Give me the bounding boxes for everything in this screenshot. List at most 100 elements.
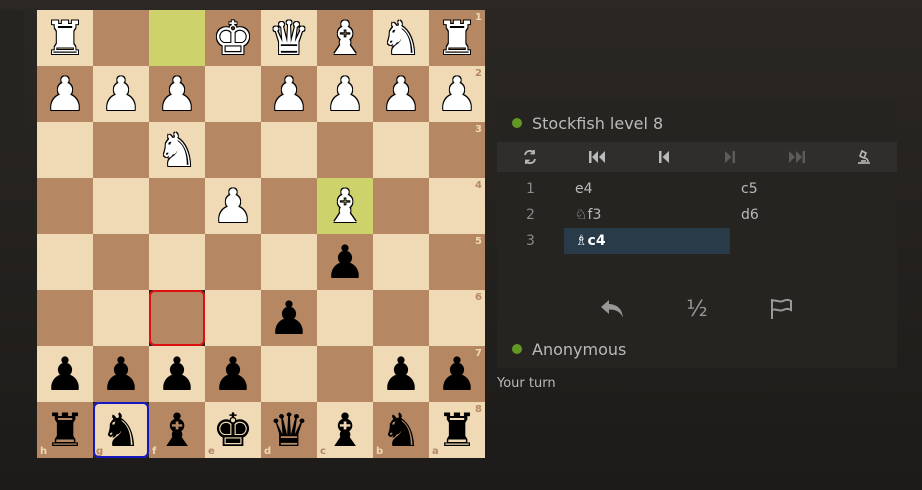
square-d8[interactable]: ♛ d bbox=[261, 402, 317, 458]
square-e1[interactable]: ♚ bbox=[205, 10, 261, 66]
square-d1[interactable]: ♛ bbox=[261, 10, 317, 66]
prev-move-icon[interactable] bbox=[630, 142, 697, 172]
square-g1[interactable] bbox=[93, 10, 149, 66]
square-g8[interactable]: ♞ g bbox=[93, 402, 149, 458]
white-pawn[interactable]: ♟ bbox=[205, 178, 261, 234]
square-e3[interactable] bbox=[205, 122, 261, 178]
square-g6[interactable] bbox=[93, 290, 149, 346]
square-e4[interactable]: ♟ bbox=[205, 178, 261, 234]
chess-board[interactable]: ♜ ♚ ♛ ♝ ♞ ♜ 1 ♟ ♟ ♟ ♟ ♟ ♟ ♟ 2 ♞ 3 ♟ ♝ 4 ♟ 5 ♟ 6 ♟ ♟ ♟ ♟ ♟ ♟ 7 ♜ h ♞ g ♝ f ♚ e ♛… bbox=[37, 10, 485, 458]
square-f1[interactable] bbox=[149, 10, 205, 66]
square-d4[interactable] bbox=[261, 178, 317, 234]
square-g2[interactable]: ♟ bbox=[93, 66, 149, 122]
black-move[interactable]: c5 bbox=[730, 176, 896, 202]
white-pawn[interactable]: ♟ bbox=[373, 66, 429, 122]
white-knight[interactable]: ♞ bbox=[149, 122, 205, 178]
last-move-icon[interactable] bbox=[764, 142, 831, 172]
offer-draw-button[interactable]: ½ bbox=[677, 292, 717, 326]
flag-icon[interactable] bbox=[761, 292, 801, 326]
square-h4[interactable] bbox=[37, 178, 93, 234]
white-rook[interactable]: ♜ bbox=[37, 10, 93, 66]
square-f8[interactable]: ♝ f bbox=[149, 402, 205, 458]
square-h8[interactable]: ♜ h bbox=[37, 402, 93, 458]
white-pawn[interactable]: ♟ bbox=[37, 66, 93, 122]
square-c8[interactable]: ♝ c bbox=[317, 402, 373, 458]
square-a2[interactable]: ♟ 2 bbox=[429, 66, 485, 122]
square-h5[interactable] bbox=[37, 234, 93, 290]
microscope-icon[interactable] bbox=[830, 142, 897, 172]
square-e2[interactable] bbox=[205, 66, 261, 122]
first-move-icon[interactable] bbox=[564, 142, 631, 172]
black-pawn[interactable]: ♟ bbox=[317, 234, 373, 290]
white-queen[interactable]: ♛ bbox=[261, 10, 317, 66]
square-g7[interactable]: ♟ bbox=[93, 346, 149, 402]
square-a7[interactable]: ♟ 7 bbox=[429, 346, 485, 402]
black-move[interactable]: d6 bbox=[730, 202, 896, 228]
takeback-icon[interactable] bbox=[593, 292, 633, 326]
square-b1[interactable]: ♞ bbox=[373, 10, 429, 66]
square-c3[interactable] bbox=[317, 122, 373, 178]
white-pawn[interactable]: ♟ bbox=[93, 66, 149, 122]
square-f4[interactable] bbox=[149, 178, 205, 234]
white-pawn[interactable]: ♟ bbox=[261, 66, 317, 122]
square-d7[interactable] bbox=[261, 346, 317, 402]
black-pawn[interactable]: ♟ bbox=[373, 346, 429, 402]
square-a6[interactable]: 6 bbox=[429, 290, 485, 346]
white-pawn[interactable]: ♟ bbox=[317, 66, 373, 122]
black-pawn[interactable]: ♟ bbox=[37, 346, 93, 402]
square-e6[interactable] bbox=[205, 290, 261, 346]
square-f7[interactable]: ♟ bbox=[149, 346, 205, 402]
black-pawn[interactable]: ♟ bbox=[149, 346, 205, 402]
square-c1[interactable]: ♝ bbox=[317, 10, 373, 66]
white-move[interactable]: ♘f3 bbox=[564, 202, 730, 228]
square-b5[interactable] bbox=[373, 234, 429, 290]
white-move[interactable]: ♗c4 bbox=[564, 228, 730, 254]
square-f6[interactable] bbox=[149, 290, 205, 346]
square-h2[interactable]: ♟ bbox=[37, 66, 93, 122]
square-d5[interactable] bbox=[261, 234, 317, 290]
square-e8[interactable]: ♚ e bbox=[205, 402, 261, 458]
square-f5[interactable] bbox=[149, 234, 205, 290]
square-b8[interactable]: ♞ b bbox=[373, 402, 429, 458]
white-bishop[interactable]: ♝ bbox=[317, 10, 373, 66]
square-c2[interactable]: ♟ bbox=[317, 66, 373, 122]
black-pawn[interactable]: ♟ bbox=[205, 346, 261, 402]
square-a8[interactable]: ♜ 8 a bbox=[429, 402, 485, 458]
square-f2[interactable]: ♟ bbox=[149, 66, 205, 122]
black-pawn[interactable]: ♟ bbox=[261, 290, 317, 346]
square-c4[interactable]: ♝ bbox=[317, 178, 373, 234]
square-b7[interactable]: ♟ bbox=[373, 346, 429, 402]
white-move[interactable]: e4 bbox=[564, 176, 730, 202]
square-b6[interactable] bbox=[373, 290, 429, 346]
square-a3[interactable]: 3 bbox=[429, 122, 485, 178]
white-knight[interactable]: ♞ bbox=[373, 10, 429, 66]
square-a4[interactable]: 4 bbox=[429, 178, 485, 234]
opponent-name[interactable]: Stockfish level 8 bbox=[532, 114, 663, 133]
square-a5[interactable]: 5 bbox=[429, 234, 485, 290]
square-g4[interactable] bbox=[93, 178, 149, 234]
square-f3[interactable]: ♞ bbox=[149, 122, 205, 178]
black-bishop[interactable]: ♝ bbox=[149, 402, 205, 458]
black-move[interactable] bbox=[730, 228, 896, 254]
square-c6[interactable] bbox=[317, 290, 373, 346]
square-a1[interactable]: ♜ 1 bbox=[429, 10, 485, 66]
square-e7[interactable]: ♟ bbox=[205, 346, 261, 402]
square-b3[interactable] bbox=[373, 122, 429, 178]
square-h6[interactable] bbox=[37, 290, 93, 346]
flip-board-icon[interactable] bbox=[497, 142, 564, 172]
white-pawn[interactable]: ♟ bbox=[149, 66, 205, 122]
next-move-icon[interactable] bbox=[697, 142, 764, 172]
white-king[interactable]: ♚ bbox=[205, 10, 261, 66]
player-name[interactable]: Anonymous bbox=[532, 340, 626, 359]
square-d6[interactable]: ♟ bbox=[261, 290, 317, 346]
square-h3[interactable] bbox=[37, 122, 93, 178]
square-b4[interactable] bbox=[373, 178, 429, 234]
black-pawn[interactable]: ♟ bbox=[93, 346, 149, 402]
square-g3[interactable] bbox=[93, 122, 149, 178]
square-c7[interactable] bbox=[317, 346, 373, 402]
square-d2[interactable]: ♟ bbox=[261, 66, 317, 122]
square-b2[interactable]: ♟ bbox=[373, 66, 429, 122]
square-e5[interactable] bbox=[205, 234, 261, 290]
square-h1[interactable]: ♜ bbox=[37, 10, 93, 66]
white-bishop[interactable]: ♝ bbox=[317, 178, 373, 234]
